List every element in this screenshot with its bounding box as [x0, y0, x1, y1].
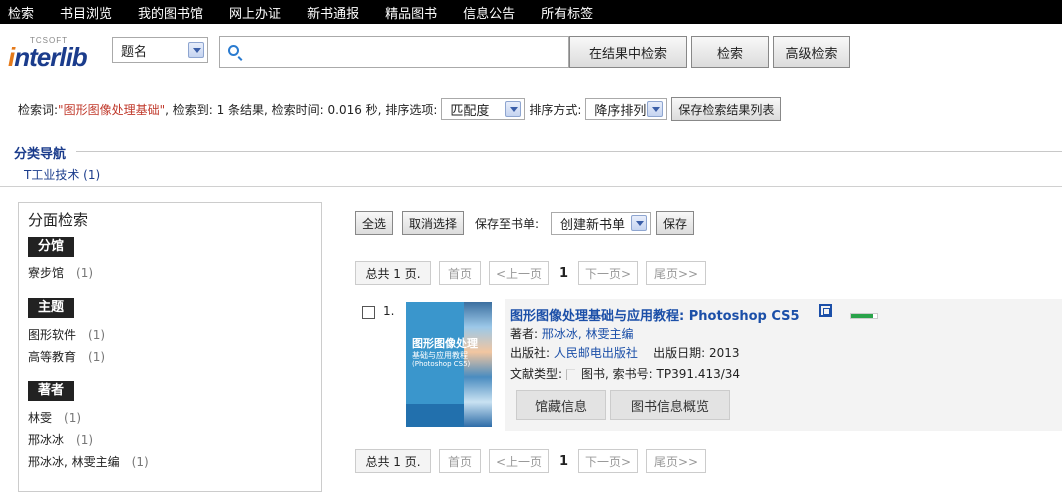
cover-band — [406, 404, 464, 427]
pager-total: 总共 1 页. — [355, 261, 431, 285]
logo-wordmark: interlib — [8, 42, 88, 72]
select-all-button[interactable]: 全选 — [355, 211, 394, 235]
pager-prev[interactable]: <上一页 — [489, 449, 549, 473]
search-field-select[interactable]: 题名 — [112, 37, 208, 63]
nav-my-library[interactable]: 我的图书馆 — [130, 3, 211, 22]
nav-featured-books[interactable]: 精品图书 — [377, 3, 445, 22]
facet-head-author: 著者 — [28, 381, 75, 401]
search-button[interactable]: 检索 — [691, 36, 769, 68]
search-info-bar: 检索词: "图形图像处理基础" , 检索到: 1 条结果, 检索时间: 0.01… — [18, 97, 782, 121]
pager-current: 1 — [559, 453, 569, 469]
nav-announcements[interactable]: 信息公告 — [455, 3, 523, 22]
facet-item[interactable]: 图形软件 (1) — [28, 326, 105, 343]
author-link[interactable]: 邢冰冰, 林雯主编 — [542, 327, 634, 341]
pager-next[interactable]: 下一页> — [578, 261, 639, 285]
save-booklist-button[interactable]: 保存 — [656, 211, 695, 235]
facet-head-branch: 分馆 — [28, 237, 75, 257]
chevron-down-icon — [631, 215, 647, 231]
search-in-results-button[interactable]: 在结果中检索 — [569, 36, 687, 68]
facet-item[interactable]: 林雯 (1) — [28, 409, 81, 426]
classification-nav-divider — [76, 151, 1062, 152]
chevron-down-icon — [647, 101, 664, 117]
cover-title: 图形图像处理 — [412, 337, 478, 350]
classification-nav-title: 分类导航 — [14, 147, 67, 162]
sort-way-select[interactable]: 降序排列 — [585, 98, 668, 120]
external-link-icon[interactable] — [819, 304, 832, 317]
doctype-icon — [566, 369, 576, 380]
facet-title: 分面检索 — [28, 211, 89, 229]
publish-date: 2013 — [709, 346, 740, 360]
search-input[interactable] — [219, 36, 569, 68]
interlib-logo[interactable]: TCSOFT interlib — [6, 34, 106, 74]
result-author-line: 著者: 邢冰冰, 林雯主编 — [510, 327, 634, 341]
facet-item[interactable]: 邢冰冰, 林雯主编 (1) — [28, 453, 149, 470]
nav-new-books[interactable]: 新书通报 — [299, 3, 367, 22]
nav-catalog-browse[interactable]: 书目浏览 — [52, 3, 120, 22]
classification-link[interactable]: T工业技术 (1) — [24, 166, 100, 183]
sort-way-value: 降序排列 — [594, 103, 647, 119]
availability-bar — [850, 313, 878, 319]
chevron-down-icon — [505, 101, 522, 117]
pager-current: 1 — [559, 265, 569, 281]
facet-head-subject: 主题 — [28, 298, 75, 318]
advanced-search-button[interactable]: 高级检索 — [773, 36, 850, 68]
pager-top: 总共 1 页. 首页 <上一页 1 下一页> 尾页>> — [355, 260, 714, 286]
facet-panel: 分面检索 分馆 寮步馆 (1) 主题 图形软件 (1) 高等教育 (1) 著者 林雯(… — [18, 202, 322, 492]
search-field-value: 题名 — [121, 44, 148, 60]
booklist-select[interactable]: 创建新书单 — [551, 212, 651, 235]
pager-bottom: 总共 1 页. 首页 <上一页 1 下一页> 尾页>> — [355, 448, 714, 474]
facet-item[interactable]: 寮步馆 (1) — [28, 264, 93, 281]
sort-way-label: 排序方式: — [529, 102, 582, 117]
booklist-value: 创建新书单 — [560, 218, 626, 233]
doctype-value: 图书, 索书号: TP391.413/34 — [581, 367, 741, 381]
pager-next[interactable]: 下一页> — [578, 449, 639, 473]
nav-online-card[interactable]: 网上办证 — [221, 3, 289, 22]
pager-total: 总共 1 页. — [355, 449, 431, 473]
facet-item[interactable]: 邢冰冰 (1) — [28, 431, 93, 448]
section-divider — [0, 186, 1062, 187]
tab-book-overview[interactable]: 图书信息概览 — [610, 390, 730, 420]
result-doctype-line: 文献类型: 图书, 索书号: TP391.413/34 — [510, 367, 741, 381]
result-checkbox[interactable] — [362, 306, 375, 319]
nav-search[interactable]: 检索 — [0, 3, 42, 22]
pager-last[interactable]: 尾页>> — [646, 449, 707, 473]
publisher-link[interactable]: 人民邮电出版社 — [554, 346, 638, 360]
cover-subtitle-2: (Photoshop CS5) — [412, 360, 471, 368]
pager-first[interactable]: 首页 — [439, 261, 481, 285]
pager-last[interactable]: 尾页>> — [646, 261, 707, 285]
result-number: 1. — [383, 304, 395, 318]
nav-all-tags[interactable]: 所有标签 — [533, 3, 601, 22]
result-title-link[interactable]: 图形图像处理基础与应用教程: Photoshop CS5 — [510, 305, 800, 324]
search-keyword: "图形图像处理基础" — [58, 102, 166, 117]
search-term-label: 检索词: — [18, 102, 59, 117]
facet-item[interactable]: 高等教育 (1) — [28, 348, 105, 365]
pager-first[interactable]: 首页 — [439, 449, 481, 473]
sort-option-value: 匹配度 — [450, 103, 490, 119]
save-results-button[interactable]: 保存检索结果列表 — [671, 97, 782, 121]
search-icon — [228, 45, 239, 56]
book-cover-image[interactable]: 图形图像处理 基础与应用教程 (Photoshop CS5) — [406, 302, 492, 427]
save-to-booklist-label: 保存至书单: — [475, 217, 540, 231]
result-item: 1. 图形图像处理 基础与应用教程 (Photoshop CS5) 图形图像处理… — [355, 297, 1062, 433]
sort-option-select[interactable]: 匹配度 — [441, 98, 526, 120]
chevron-down-icon — [188, 42, 204, 58]
result-publisher-line: 出版社: 人民邮电出版社 出版日期: 2013 — [510, 346, 740, 360]
search-stats: , 检索到: 1 条结果, 检索时间: 0.016 秒, 排序选项: — [165, 102, 438, 117]
pager-prev[interactable]: <上一页 — [489, 261, 549, 285]
tab-holdings[interactable]: 馆藏信息 — [516, 390, 606, 420]
top-nav: 检索 书目浏览 我的图书馆 网上办证 新书通报 精品图书 信息公告 所有标签 — [0, 0, 1062, 24]
cancel-selection-button[interactable]: 取消选择 — [402, 211, 465, 235]
